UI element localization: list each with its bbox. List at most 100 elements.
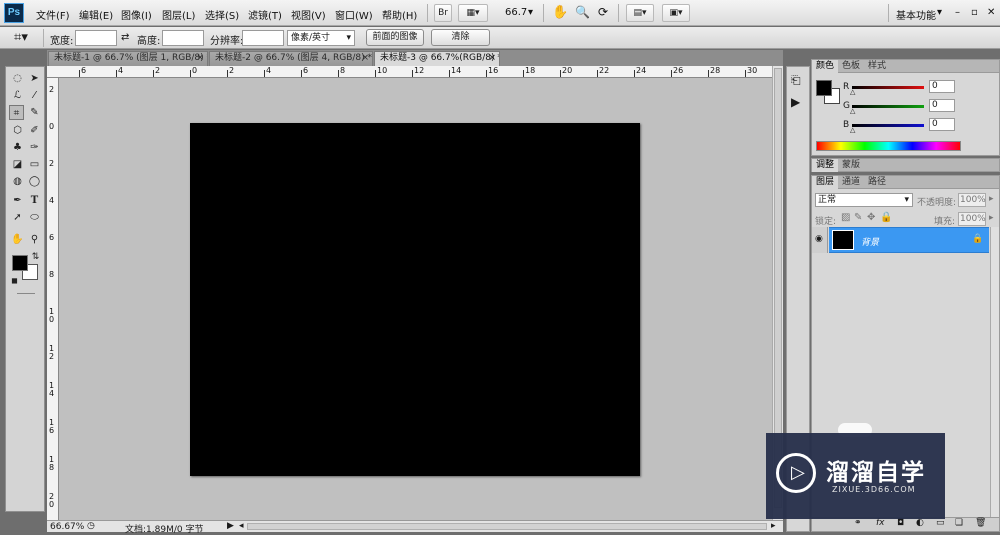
tab-close-icon[interactable]: × [196,52,204,65]
rotate-view-icon[interactable]: ⟳ [598,5,608,19]
color-foreground-swatch-front[interactable] [816,80,832,96]
resolution-unit-select[interactable]: 像素/英寸 ▾ [287,30,355,46]
red-value-input[interactable]: 0 [929,80,955,93]
move-tool-icon[interactable]: ➤ [27,71,42,86]
history-panel-icon[interactable]: ⎗ [791,73,801,88]
tab-paths[interactable]: 路径 [864,176,890,189]
eye-icon[interactable]: ◉ [815,234,823,244]
delete-layer-icon[interactable]: 🗑 [975,518,986,528]
tab-document-2[interactable]: 未标题-2 @ 66.7% (图层 4, RGB/8) * × [209,51,373,66]
history-brush-tool-icon[interactable]: ✑ [27,140,42,155]
blur-tool-icon[interactable]: ◍ [10,174,25,189]
eyedropper-tool-icon[interactable]: ✎ [27,105,42,120]
red-slider-handle-icon[interactable]: △ [850,88,855,96]
lock-transparency-icon[interactable]: ▨ [841,212,850,223]
zoom-tool-icon[interactable]: ⚲ [27,232,42,247]
color-spectrum-bar[interactable] [816,141,961,151]
tab-adjustments[interactable]: 调整 [812,159,839,172]
green-value-input[interactable]: 0 [929,99,955,112]
tab-document-3[interactable]: 未标题-3 @ 66.7%(RGB/8) * × [374,51,500,66]
blue-slider[interactable] [852,124,924,127]
crop-tool-icon[interactable]: ⌗ [9,105,24,120]
scroll-right-arrow-icon[interactable]: ▸ [771,521,776,531]
menu-edit[interactable]: 编辑(E) [79,7,113,22]
workspace-dropdown-icon[interactable]: ▾ [937,7,942,18]
green-slider-handle-icon[interactable]: △ [850,107,855,115]
link-layers-icon[interactable]: ⚭ [854,518,862,528]
status-menu-arrow-icon[interactable]: ▶ [227,521,234,531]
gradient-tool-icon[interactable]: ▭ [27,157,42,172]
tab-masks[interactable]: 蒙版 [838,159,864,172]
red-slider[interactable] [852,86,924,89]
layers-scrollbar[interactable] [990,227,999,521]
lock-pixels-icon[interactable]: ✎ [854,212,862,223]
tab-styles[interactable]: 样式 [864,60,890,73]
actions-panel-icon[interactable]: ▶ [791,95,800,109]
menu-select[interactable]: 选择(S) [205,7,239,22]
foreground-color-swatch-front[interactable] [12,255,28,271]
swap-dimensions-icon[interactable]: ⇄ [121,32,129,43]
scroll-left-arrow-icon[interactable]: ◂ [239,521,244,531]
view-extras-button[interactable]: ▦▾ [458,4,488,22]
add-mask-icon[interactable]: ◘ [897,518,904,528]
opacity-input[interactable]: 100% [958,193,986,207]
layer-name[interactable]: 背景 [861,235,879,248]
height-input[interactable] [162,30,204,46]
lock-position-icon[interactable]: ✥ [867,212,875,223]
zoom-tool-icon[interactable]: 🔍 [575,5,590,19]
adjustment-layer-icon[interactable]: ◐ [916,518,924,528]
horizontal-scrollbar[interactable] [247,523,767,530]
default-colors-icon[interactable]: ◼ [7,273,22,288]
tab-document-1[interactable]: 未标题-1 @ 66.7% (图层 1, RGB/8) * × [48,51,208,66]
tab-swatches[interactable]: 色板 [838,60,864,73]
eraser-tool-icon[interactable]: ◪ [10,157,25,172]
menu-image[interactable]: 图像(I) [121,7,152,22]
blend-mode-select[interactable]: 正常 ▾ [815,193,913,207]
layer-row-background[interactable]: 背景 🔒 [829,227,989,253]
new-layer-icon[interactable]: ❏ [955,518,963,528]
dodge-tool-icon[interactable]: ◯ [27,174,42,189]
blue-value-input[interactable]: 0 [929,118,955,131]
zoom-dropdown-icon[interactable]: ▾ [528,7,533,18]
maximize-icon[interactable]: ▫ [971,7,978,18]
path-selection-tool-icon[interactable]: ➚ [10,210,25,225]
tab-close-icon[interactable]: × [488,52,496,65]
bridge-button[interactable]: Br [434,4,452,22]
type-tool-icon[interactable]: T [27,193,42,208]
minimize-icon[interactable]: – [955,7,960,18]
pen-tool-icon[interactable]: ✒ [10,193,25,208]
tab-channels[interactable]: 通道 [838,176,864,189]
clear-button[interactable]: 清除 [431,29,490,46]
green-slider[interactable] [852,105,924,108]
lasso-tool-icon[interactable]: ℒ [10,88,25,103]
marquee-tool-icon[interactable]: ◌ [10,71,25,86]
arrange-documents-button[interactable]: ▤▾ [626,4,654,22]
crop-tool-preset-icon[interactable]: ⌗▾ [14,30,28,45]
zoom-level[interactable]: 66.7 [505,7,527,18]
healing-brush-tool-icon[interactable]: ⬡ [10,123,25,138]
hand-tool-icon[interactable]: ✋ [10,232,25,247]
menu-view[interactable]: 视图(V) [291,7,326,22]
shape-tool-icon[interactable]: ⬭ [27,210,42,225]
document-canvas[interactable] [190,123,640,476]
opacity-arrow-icon[interactable]: ▸ [989,194,994,204]
blue-slider-handle-icon[interactable]: △ [850,126,855,134]
width-input[interactable] [75,30,117,46]
status-zoom[interactable]: 66.67% [50,522,84,532]
status-icon[interactable]: ◷ [87,521,95,531]
menu-layer[interactable]: 图层(L) [162,7,195,22]
menu-help[interactable]: 帮助(H) [382,7,417,22]
hand-tool-icon[interactable]: ✋ [552,5,568,20]
front-image-button[interactable]: 前面的图像 [366,29,424,46]
clone-stamp-tool-icon[interactable]: ♣ [10,140,25,155]
brush-tool-icon[interactable]: ✐ [27,123,42,138]
fill-arrow-icon[interactable]: ▸ [989,213,994,223]
lock-all-icon[interactable]: 🔒 [880,212,892,223]
fill-input[interactable]: 100% [958,212,986,226]
swap-colors-icon[interactable]: ⇅ [28,250,43,265]
screen-mode-button[interactable]: ▣▾ [662,4,690,22]
new-group-icon[interactable]: ▭ [936,518,945,528]
menu-filter[interactable]: 滤镜(T) [248,7,282,22]
workspace-switcher[interactable]: 基本功能 [896,7,936,22]
layer-visibility-cell[interactable]: ◉ [812,227,828,253]
